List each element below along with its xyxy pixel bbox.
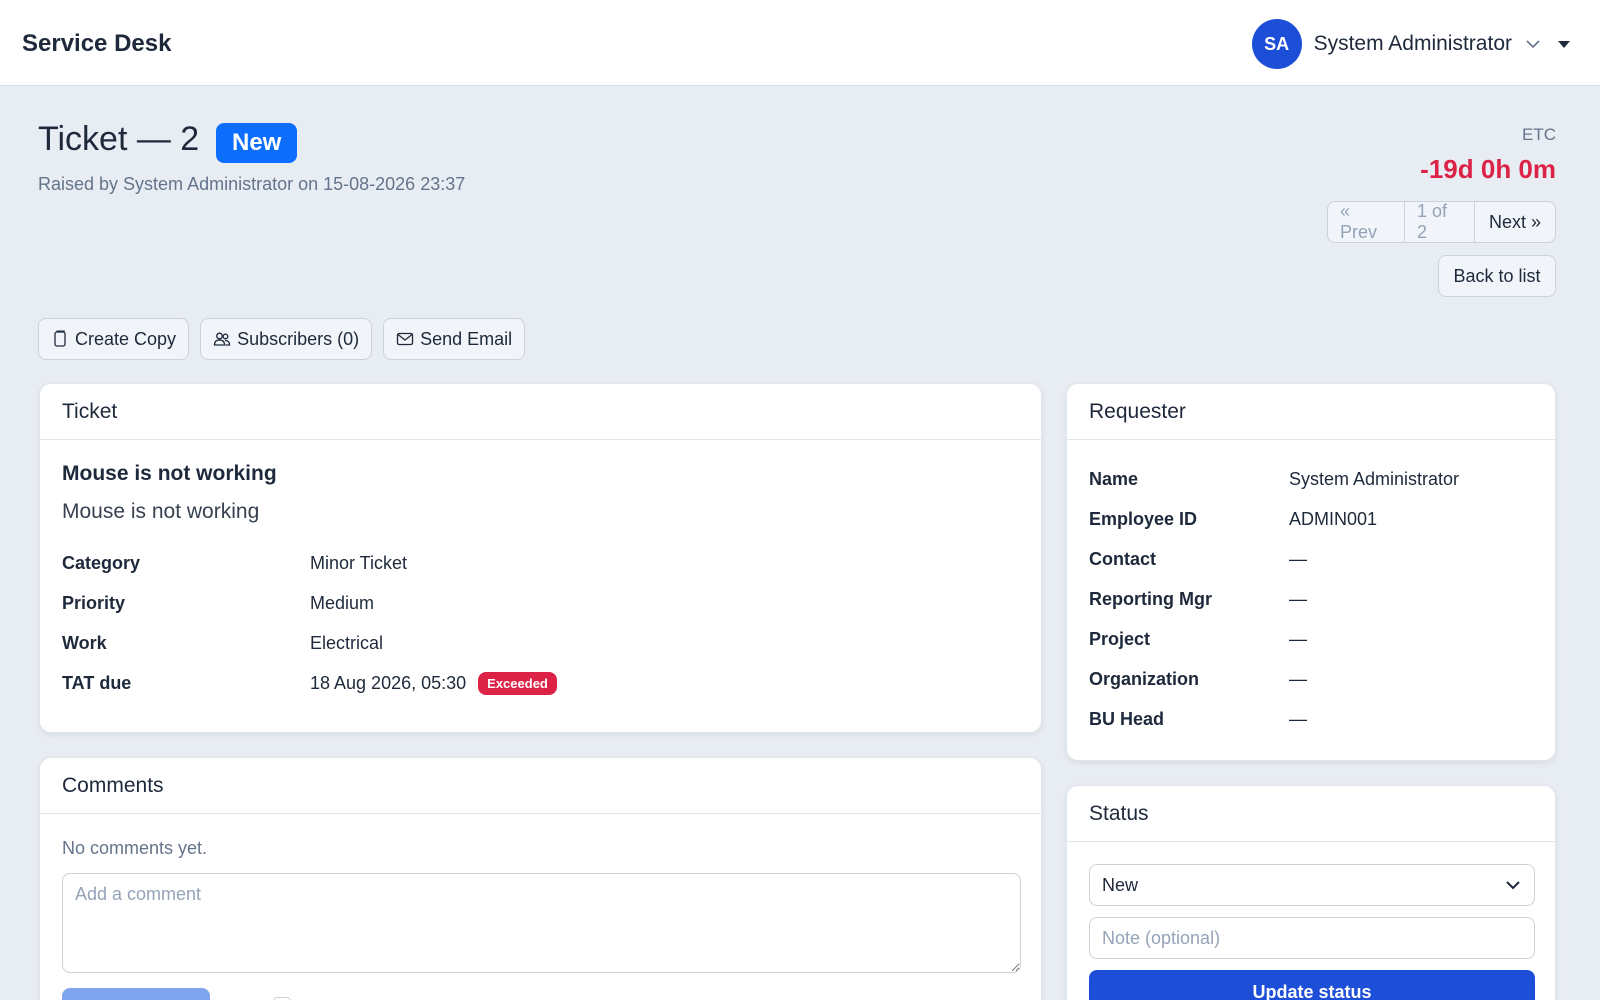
send-email-label: Send Email xyxy=(420,328,513,349)
requester-label: Organization xyxy=(1089,668,1200,689)
chevron-down-icon xyxy=(1506,881,1520,890)
comments-card-header: Comments xyxy=(40,758,1041,814)
create-copy-button[interactable]: Create Copy xyxy=(38,318,190,360)
detail-label: Priority xyxy=(62,592,126,613)
requester-value: — xyxy=(1289,588,1307,609)
user-menu[interactable]: SA System Administrator xyxy=(1251,19,1570,69)
status-select-value: New xyxy=(1102,874,1139,895)
prev-button[interactable]: « Prev xyxy=(1328,202,1405,242)
detail-value: Medium xyxy=(310,592,375,613)
requester-label: Reporting Mgr xyxy=(1089,588,1212,609)
requester-value: — xyxy=(1289,548,1307,569)
raised-by-text: Raised by System Administrator on 15-08-… xyxy=(38,174,466,194)
detail-row-tat-due: TAT due 18 Aug 2026, 05:30 Exceeded xyxy=(62,663,1019,703)
tat-exceeded-badge: Exceeded xyxy=(478,671,557,695)
subscribers-button[interactable]: Subscribers (0) xyxy=(200,318,373,360)
requester-details: Name System Administrator Employee ID AD… xyxy=(1089,459,1533,739)
page-count: 1 of 2 xyxy=(1405,202,1475,242)
subscribers-label: Subscribers (0) xyxy=(237,328,360,349)
requester-value: — xyxy=(1289,708,1307,729)
requester-value: System Administrator xyxy=(1289,468,1460,489)
requester-value: — xyxy=(1289,628,1307,649)
status-badge: New xyxy=(216,123,298,163)
detail-label: Work xyxy=(62,632,107,653)
status-card-header: Status xyxy=(1067,786,1555,842)
requester-label: Name xyxy=(1089,468,1139,489)
requester-card: Requester Name System Administrator Empl… xyxy=(1066,383,1556,761)
requester-row-name: Name System Administrator xyxy=(1089,459,1533,499)
ticket-card-header: Ticket xyxy=(40,384,1041,440)
detail-row-work: Work Electrical xyxy=(62,623,1019,663)
users-icon xyxy=(213,332,231,346)
detail-row-priority: Priority Medium xyxy=(62,583,1019,623)
ticket-pager: « Prev 1 of 2 Next » xyxy=(1327,201,1556,243)
requester-card-header: Requester xyxy=(1067,384,1555,440)
status-card: Status New Update status xyxy=(1066,785,1556,1000)
next-button[interactable]: Next » xyxy=(1475,202,1555,242)
ticket-card: Ticket Mouse is not working Mouse is not… xyxy=(39,383,1042,733)
requester-label: BU Head xyxy=(1089,708,1165,729)
action-bar: Create Copy Subscribers (0) Send Email xyxy=(38,318,526,360)
status-select[interactable]: New xyxy=(1089,864,1535,906)
requester-value: ADMIN001 xyxy=(1289,508,1378,529)
requester-row-reporting-mgr: Reporting Mgr — xyxy=(1089,579,1533,619)
post-comment-button[interactable] xyxy=(62,988,210,1000)
no-comments-text: No comments yet. xyxy=(62,838,208,858)
requester-label: Employee ID xyxy=(1089,508,1198,529)
brand-title[interactable]: Service Desk xyxy=(22,30,171,58)
envelope-icon xyxy=(396,332,414,346)
comments-card: Comments No comments yet. xyxy=(39,757,1042,1000)
requester-row-contact: Contact — xyxy=(1089,539,1533,579)
requester-row-employee-id: Employee ID ADMIN001 xyxy=(1089,499,1533,539)
ticket-description: Mouse is not working xyxy=(62,500,260,523)
user-name[interactable]: System Administrator xyxy=(1314,32,1512,56)
requester-label: Contact xyxy=(1089,548,1156,569)
requester-value: — xyxy=(1289,668,1307,689)
requester-row-project: Project — xyxy=(1089,619,1533,659)
update-status-button[interactable]: Update status xyxy=(1089,970,1535,1000)
etc-label: ETC xyxy=(1522,125,1556,144)
detail-label: TAT due xyxy=(62,672,132,693)
tat-due-value: 18 Aug 2026, 05:30 xyxy=(310,672,467,693)
send-email-button[interactable]: Send Email xyxy=(383,318,526,360)
detail-label: Category xyxy=(62,552,141,573)
create-copy-label: Create Copy xyxy=(75,328,177,349)
top-navbar: Service Desk SA System Administrator xyxy=(0,0,1600,86)
copy-icon xyxy=(54,330,66,347)
requester-label: Project xyxy=(1089,628,1151,649)
chevron-down-icon[interactable] xyxy=(1524,35,1542,53)
requester-row-organization: Organization — xyxy=(1089,659,1533,699)
detail-value: Minor Ticket xyxy=(310,552,408,573)
detail-row-category: Category Minor Ticket xyxy=(62,543,1019,583)
caret-down-icon[interactable] xyxy=(1558,40,1570,48)
back-to-list-button[interactable]: Back to list xyxy=(1438,255,1556,297)
detail-value: Electrical xyxy=(310,632,384,653)
ticket-subject: Mouse is not working xyxy=(62,462,277,485)
avatar[interactable]: SA xyxy=(1251,19,1302,69)
etc-value: -19d 0h 0m xyxy=(1420,154,1556,184)
ticket-details: Category Minor Ticket Priority Medium Wo… xyxy=(62,543,1019,703)
status-note-input[interactable] xyxy=(1089,917,1535,959)
page-title: Ticket — 2 xyxy=(38,120,200,158)
requester-row-bu-head: BU Head — xyxy=(1089,699,1533,739)
comment-input[interactable] xyxy=(62,873,1021,973)
